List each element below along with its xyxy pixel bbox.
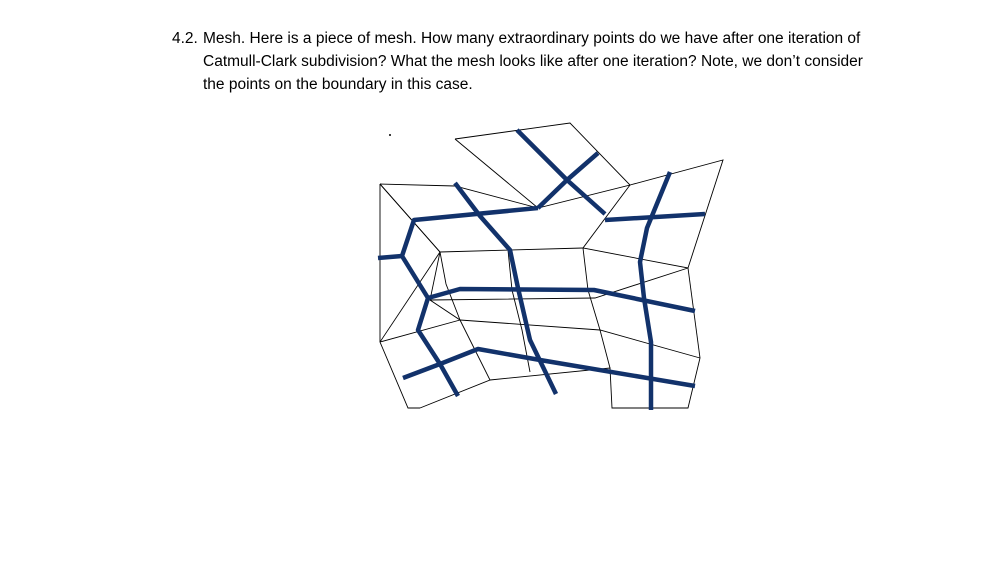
- stray-dot: [389, 134, 391, 136]
- subdiv-line-4: [604, 211, 706, 223]
- subdiv-line-8: [415, 297, 460, 398]
- mesh-row2-edge: [429, 267, 689, 301]
- mesh-col3: [582, 247, 611, 369]
- subdiv-line-6: [377, 205, 539, 261]
- subdiv-line-3: [637, 171, 673, 410]
- mesh-figure: [377, 122, 724, 410]
- mesh-col1: [439, 251, 461, 321]
- mesh-face-top: [454, 122, 631, 209]
- subdivision-edges: [377, 128, 706, 410]
